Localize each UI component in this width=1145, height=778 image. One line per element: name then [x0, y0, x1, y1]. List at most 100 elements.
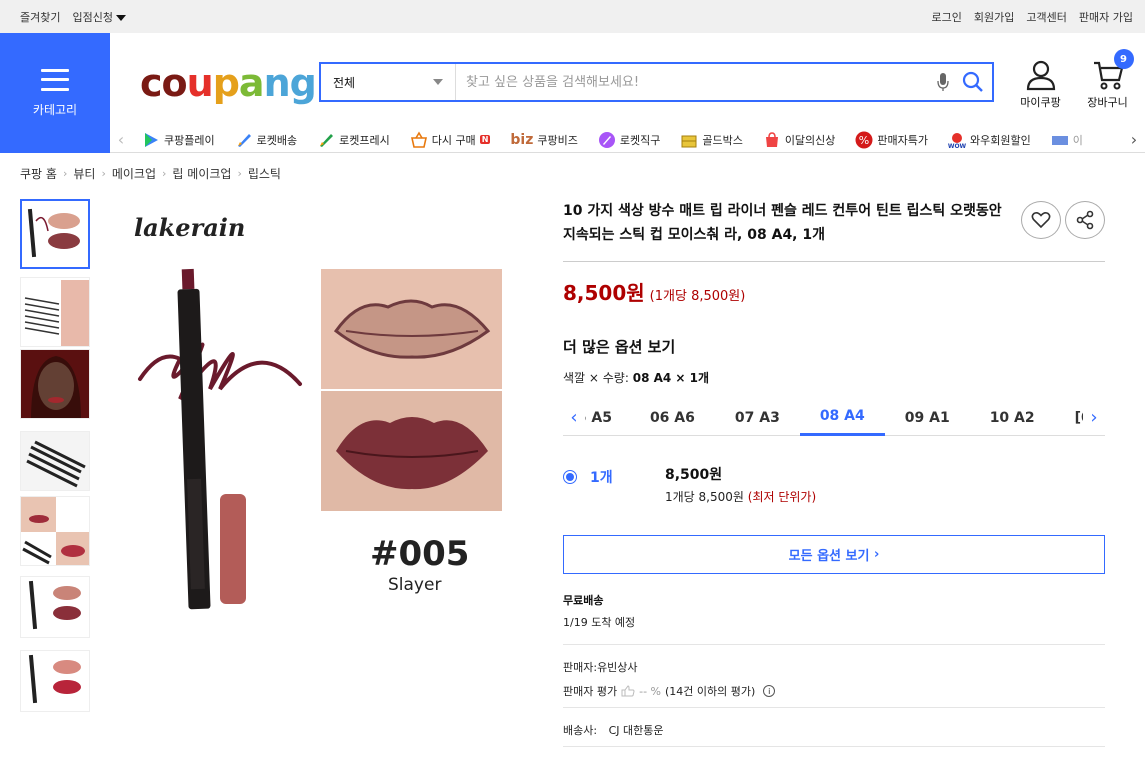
- lowest-unit-badge: (최저 단위가): [747, 490, 817, 504]
- courier-info: 배송사: CJ 대한통운: [563, 707, 1105, 738]
- new-icon: [765, 131, 778, 147]
- seller-info: 판매자:유빈상사 판매자 평가 -- % (14건 이하의 평가) i: [563, 644, 1105, 699]
- rocket-icon: [237, 133, 251, 147]
- microphone-icon[interactable]: [932, 71, 954, 93]
- quantity-radio[interactable]: [563, 470, 577, 484]
- main-product-image: lakerain #005 Slayer: [120, 199, 520, 619]
- breadcrumb-item[interactable]: 립스틱: [248, 165, 281, 182]
- thumbnail[interactable]: [20, 431, 90, 491]
- option-tab-label: 08 A4: [819, 408, 865, 424]
- courier-label: 배송사:: [563, 724, 598, 737]
- option-tabs: ‹ 05 A5 06 A6 07 A3 08 A4 09 A1 10 A2 [0…: [563, 400, 1105, 436]
- share-button[interactable]: [1065, 201, 1105, 239]
- option-tab[interactable]: 10 A2: [970, 400, 1055, 436]
- nav-item-seller-deals[interactable]: % 판매자특가: [855, 131, 928, 149]
- nav-label: 로켓배송: [256, 133, 298, 147]
- courier-name: CJ 대한통운: [608, 724, 664, 737]
- quantity-unit-text: 1개당 8,500원: [665, 490, 744, 504]
- partner-menu[interactable]: 입점신청: [72, 9, 126, 25]
- mycoupang-button[interactable]: 마이쿠팡: [1018, 59, 1063, 110]
- cart-label: 장바구니: [1087, 96, 1128, 109]
- new-badge: N: [479, 135, 491, 144]
- breadcrumb-item[interactable]: 립 메이크업: [172, 165, 231, 182]
- thumbnail[interactable]: [20, 277, 90, 347]
- nav-item-rebuy[interactable]: 다시 구매 N: [410, 130, 491, 149]
- coupang-logo[interactable]: coupang: [140, 61, 317, 105]
- nav-item-coupang-play[interactable]: 쿠팡플레이: [142, 131, 215, 149]
- cart-count-badge: 9: [1113, 49, 1134, 69]
- quantity-price: 8,500원: [665, 467, 723, 483]
- favorites-link[interactable]: 즐겨찾기: [20, 9, 60, 25]
- coupon-icon: [1051, 135, 1068, 145]
- category-button[interactable]: 카테고리: [0, 33, 110, 153]
- nav-item-rocket[interactable]: 로켓배송: [235, 131, 297, 149]
- signup-link[interactable]: 회원가입: [974, 9, 1014, 25]
- thumbnail[interactable]: [20, 650, 90, 712]
- all-options-label: 모든 옵션 보기: [788, 549, 870, 564]
- thumbnail[interactable]: [20, 199, 90, 269]
- info-icon[interactable]: i: [763, 685, 776, 697]
- option-tab-label: 10 A2: [989, 409, 1035, 426]
- all-options-button[interactable]: 모든 옵션 보기 ›: [563, 535, 1105, 574]
- cart-button[interactable]: 9 장바구니: [1085, 49, 1134, 110]
- percent-icon: %: [855, 131, 873, 148]
- basket-icon: [410, 130, 427, 148]
- selected-option-value: 08 A4 × 1개: [632, 371, 710, 385]
- nav-prev-arrow[interactable]: ‹: [110, 126, 132, 153]
- breadcrumb-item[interactable]: 메이크업: [112, 165, 156, 182]
- tabs-prev-arrow[interactable]: ‹: [563, 400, 585, 436]
- chevron-down-icon: [433, 79, 443, 85]
- rocket-global-icon: [598, 131, 615, 148]
- search-button[interactable]: [954, 64, 992, 100]
- option-tab[interactable]: 07 A3: [715, 400, 800, 436]
- category-label: 카테고리: [32, 102, 78, 117]
- category-nav: ‹ 쿠팡플레이 로켓배송 로켓프레시 다시 구매 N biz 쿠팡비즈 로켓직구 골…: [110, 126, 1145, 153]
- chevron-right-icon: ›: [237, 166, 242, 180]
- nav-item-biz[interactable]: biz 쿠팡비즈: [510, 132, 577, 148]
- user-icon: [1026, 60, 1055, 91]
- menu-icon: [41, 68, 69, 91]
- thumbnail[interactable]: [20, 349, 90, 419]
- nav-item-new-arrivals[interactable]: 이달의신상: [763, 131, 835, 149]
- option-tab-label: 07 A3: [734, 409, 780, 426]
- tabs-next-arrow[interactable]: ›: [1083, 400, 1105, 436]
- customer-center-link[interactable]: 고객센터: [1026, 9, 1066, 25]
- search-category-select[interactable]: 전체: [321, 64, 456, 100]
- selected-option-label: 색깔 × 수량:: [563, 371, 629, 385]
- divider: [563, 746, 1105, 747]
- seller-signup-link[interactable]: 판매자 가입: [1079, 9, 1133, 25]
- wishlist-button[interactable]: [1021, 201, 1061, 239]
- nav-label: 판매자특가: [877, 133, 929, 147]
- nav-label: 와우회원할인: [970, 133, 1031, 147]
- mycoupang-label: 마이쿠팡: [1020, 96, 1061, 109]
- quantity-option[interactable]: 1개 8,500원 1개당 8,500원 (최저 단위가): [563, 464, 1105, 505]
- option-tab-active[interactable]: 08 A4: [799, 400, 885, 436]
- nav-item-wow-discount[interactable]: WOW 와우회원할인: [948, 131, 1031, 149]
- search-input[interactable]: [456, 64, 932, 100]
- breadcrumb-item[interactable]: 뷰티: [73, 165, 95, 182]
- header: 카테고리 coupang 전체 마이쿠팡 9 장바구니 ‹ 쿠팡플레이 로켓배송…: [0, 33, 1145, 153]
- option-tab[interactable]: 09 A1: [885, 400, 970, 436]
- nav-next-arrow[interactable]: ›: [1123, 126, 1145, 153]
- breadcrumb-item[interactable]: 쿠팡 홈: [20, 165, 57, 182]
- nav-item-rocket-fresh[interactable]: 로켓프레시: [317, 131, 390, 149]
- dropdown-arrow-icon: [115, 14, 126, 21]
- option-tab[interactable]: 06 A6: [630, 400, 715, 436]
- nav-item-goldbox[interactable]: 골드박스: [680, 131, 743, 149]
- unit-price: (1개당 8,500원): [649, 289, 746, 304]
- seller-rating-label: 판매자 평가: [563, 685, 618, 698]
- nav-label: 골드박스: [702, 133, 743, 147]
- nav-label: 로켓직구: [619, 133, 661, 147]
- thumbnail[interactable]: [20, 496, 90, 566]
- divider: [563, 261, 1105, 262]
- option-tab[interactable]: [01] 2: [1055, 400, 1083, 436]
- thumbnail[interactable]: [20, 576, 90, 638]
- login-link[interactable]: 로그인: [932, 9, 962, 25]
- option-tab-label: [01] 2: [1074, 409, 1083, 426]
- nav-item-coupon[interactable]: 이: [1051, 131, 1083, 149]
- sale-price: 8,500원: [563, 281, 645, 305]
- more-options-heading: 더 많은 옵션 보기: [563, 338, 676, 356]
- option-tab[interactable]: 05 A5: [585, 400, 630, 436]
- nav-item-rocket-global[interactable]: 로켓직구: [598, 131, 660, 149]
- seller-rating-value: -- %: [639, 684, 661, 698]
